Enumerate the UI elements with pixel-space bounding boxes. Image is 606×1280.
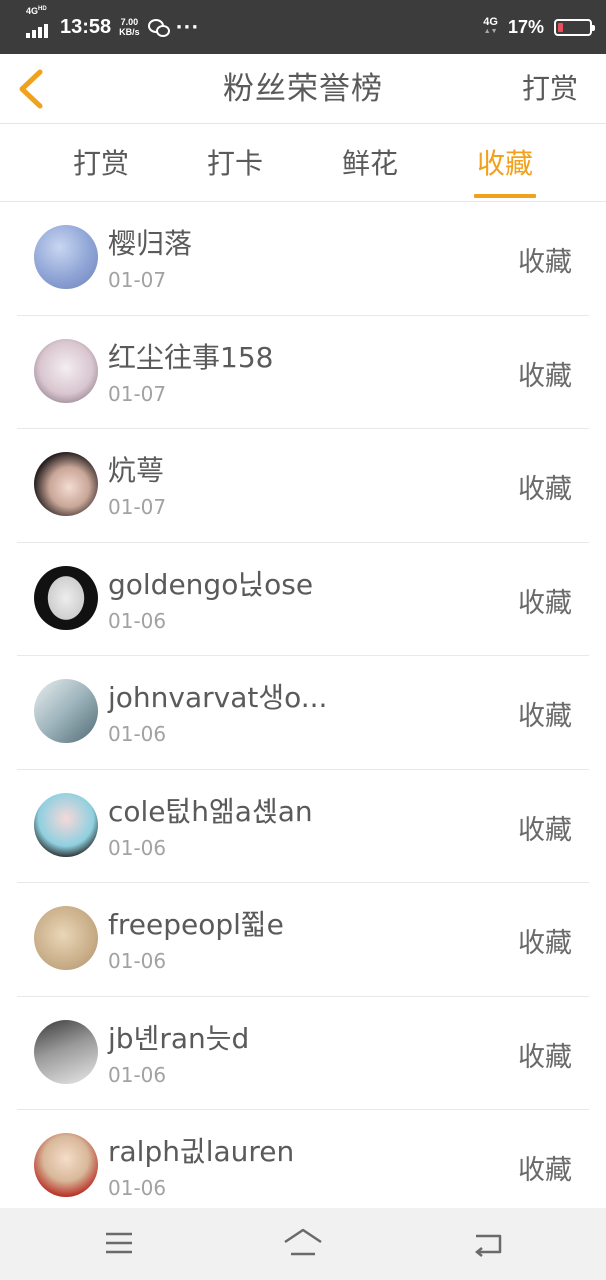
fan-name: cole텂h엚a셵an [108,794,313,828]
list-item[interactable]: goldengo닍ose 01-06 收藏 [17,543,589,656]
fan-action: 收藏 [518,1155,572,1186]
fan-date: 01-07 [108,381,167,406]
list-item[interactable]: cole텂h엚a셵an 01-06 收藏 [17,770,589,883]
home-button[interactable] [282,1226,322,1262]
fan-action: 收藏 [518,814,572,846]
fan-name: ralph긦lauren [108,1135,295,1168]
fan-date: 01-06 [108,608,167,633]
tab-reward[interactable]: 打赏 [62,124,140,202]
avatar [34,1133,98,1197]
fan-action: 收藏 [518,360,572,392]
tab-label: 收藏 [476,147,533,180]
list-item[interactable]: ralph긦lauren 01-06 收藏 [17,1110,589,1224]
network-speed: 7.00 KB/s [119,17,140,37]
signal-icon: 4GHD [26,6,48,38]
fan-list: 樱归落 01-07 收藏 红尘往事158 01-07 收藏 炕萼 01-07 收… [0,202,606,1224]
avatar [34,792,98,857]
more-notifications-icon: ··· [175,16,200,38]
wechat-icon [147,18,170,37]
network-type-icon: 4G ▲▼ [483,16,498,36]
tab-label: 打赏 [72,147,129,180]
list-item[interactable]: 炕萼 01-07 收藏 [17,429,589,543]
avatar [34,225,98,289]
page-title: 粉丝荣誉榜 [223,71,383,107]
fan-date: 01-07 [108,268,167,292]
menu-icon [106,1232,132,1254]
fan-date: 01-07 [108,495,167,519]
list-item[interactable]: johnvarvat생o... 01-06 收藏 [17,656,589,770]
tab-bar: 打赏 打卡 鲜花 收藏 [0,124,606,202]
battery-level [558,22,564,32]
avatar [34,452,98,516]
fan-action: 收藏 [518,1041,572,1073]
fan-name: 樱归落 [108,227,193,260]
avatar [34,1019,98,1084]
menu-button[interactable] [100,1226,140,1262]
home-icon [284,1228,322,1256]
fan-date: 01-06 [108,1062,167,1087]
avatar [34,338,98,403]
reward-button[interactable]: 打赏 [522,54,578,124]
fan-date: 01-06 [108,949,167,973]
fan-action: 收藏 [518,701,572,732]
list-item[interactable]: jb녠ran늣d 01-06 收藏 [17,997,589,1110]
list-item[interactable]: freepeopl쮧e 01-06 收藏 [17,883,589,997]
fan-name: goldengo닍ose [108,567,314,601]
tab-label: 打卡 [206,147,263,180]
fan-action: 收藏 [518,928,572,959]
fan-action: 收藏 [518,587,572,619]
fan-name: 红尘往事158 [108,340,274,374]
status-bar: 4GHD 13:58 7.00 KB/s ··· 4G ▲▼ 17% [0,0,606,54]
system-nav-bar [0,1208,606,1280]
tab-label: 鲜花 [341,147,398,180]
fan-date: 01-06 [108,722,167,746]
fan-date: 01-06 [108,1176,167,1200]
title-bar: 粉丝荣誉榜 打赏 [0,54,606,124]
back-nav-button[interactable] [468,1226,508,1262]
battery-icon [554,18,595,36]
tab-checkin[interactable]: 打卡 [196,124,274,202]
active-tab-indicator [474,194,536,198]
status-time: 13:58 [60,15,112,38]
fan-name: johnvarvat생o... [108,681,328,714]
avatar [34,906,98,970]
battery-percent: 17% [507,16,544,37]
back-icon [474,1234,502,1257]
fan-date: 01-06 [108,835,167,860]
fan-name: freepeopl쮧e [108,908,284,941]
fan-action: 收藏 [518,247,572,278]
list-item[interactable]: 红尘往事158 01-07 收藏 [17,316,589,429]
list-item[interactable]: 樱归落 01-07 收藏 [17,202,589,316]
avatar [34,679,98,743]
tab-flowers[interactable]: 鲜花 [331,124,409,202]
fan-action: 收藏 [518,474,572,505]
tab-favorites[interactable]: 收藏 [466,124,544,202]
fan-name: 炕萼 [108,454,165,487]
avatar [34,565,98,630]
fan-name: jb녠ran늣d [108,1021,250,1055]
